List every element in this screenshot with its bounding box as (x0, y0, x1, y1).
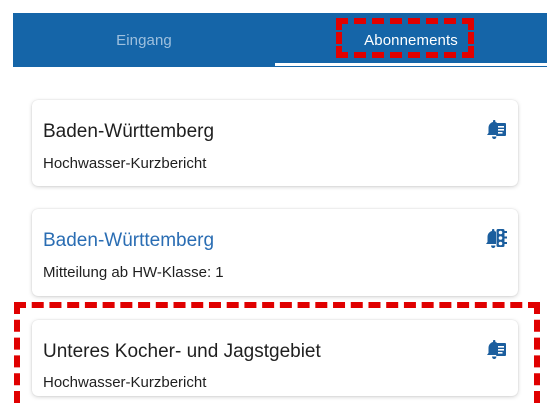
subscription-title: Unteres Kocher- und Jagstgebiet (43, 341, 321, 362)
document-bell-icon[interactable] (484, 118, 508, 142)
tab-inbox[interactable]: Eingang (13, 13, 275, 67)
active-tab-indicator (275, 63, 547, 66)
app-screen: Eingang Abonnements Baden-Württemberg Ho… (0, 0, 547, 403)
subscription-card[interactable]: Unteres Kocher- und Jagstgebiet Hochwass… (32, 320, 518, 396)
subscription-title: Baden-Württemberg (43, 230, 215, 251)
subscription-card[interactable]: Baden-Württemberg Hochwasser-Kurzbericht (32, 100, 518, 186)
subscription-type: Hochwasser-Kurzbericht (43, 155, 207, 172)
traffic-light-bell-icon[interactable] (484, 227, 508, 251)
subscription-type: Hochwasser-Kurzbericht (43, 374, 207, 391)
document-bell-icon[interactable] (484, 338, 508, 362)
subscription-card[interactable]: Baden-Württemberg Mitteilung ab HW-Klass… (32, 209, 518, 296)
tab-subscriptions[interactable]: Abonnements (275, 13, 547, 67)
subscription-title: Baden-Württemberg (43, 121, 215, 142)
tab-bar: Eingang Abonnements (13, 13, 547, 67)
tab-inbox-label: Eingang (116, 31, 172, 49)
subscription-type: Mitteilung ab HW-Klasse: 1 (43, 264, 224, 281)
tab-subscriptions-label: Abonnements (364, 31, 458, 49)
